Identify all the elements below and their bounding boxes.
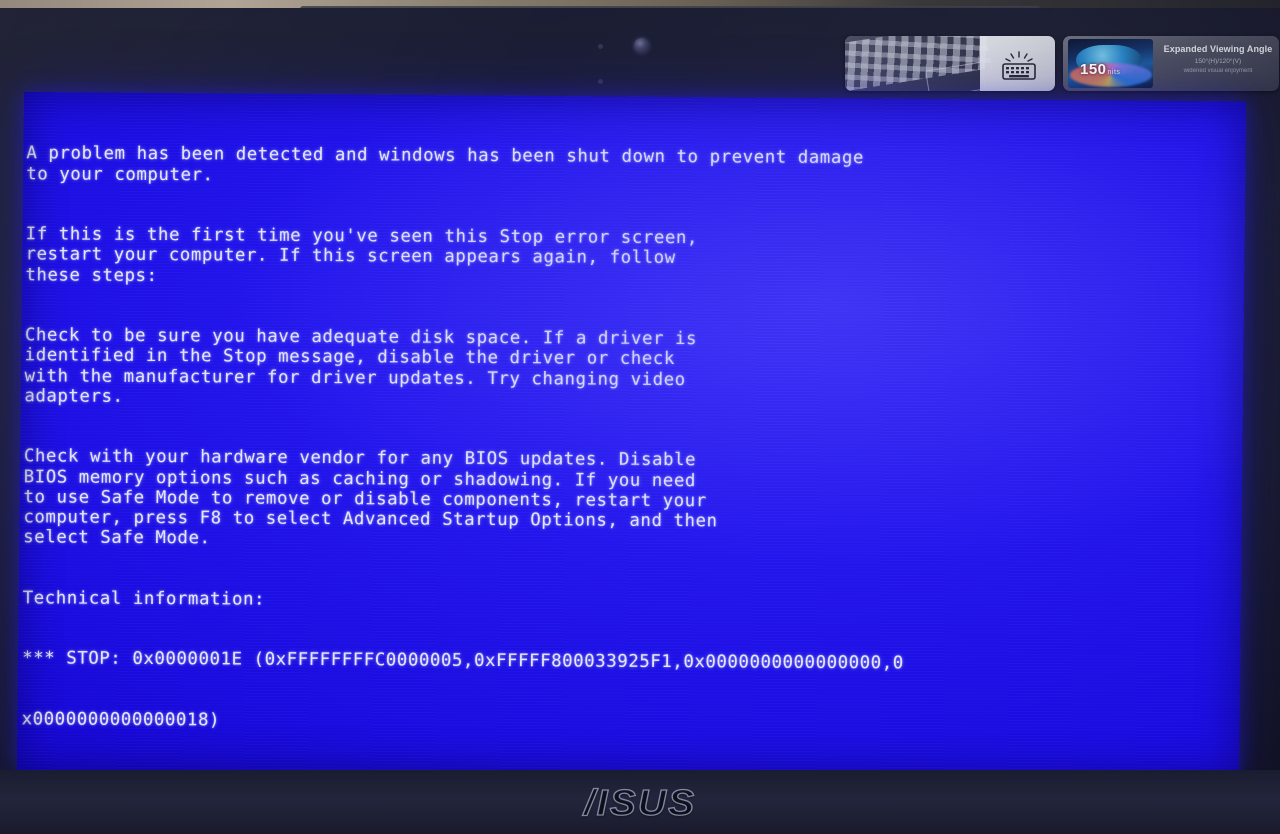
bsod-stop-line-2: x0000000000000018) — [21, 709, 221, 731]
bsod-text-block: A problem has been detected and windows … — [18, 103, 1244, 779]
blue-screen-of-death: A problem has been detected and windows … — [16, 92, 1246, 780]
bsod-paragraph-bios: Check with your hardware vendor for any … — [23, 446, 718, 549]
bsod-stop-line-1: *** STOP: 0x0000001E (0xFFFFFFFFC0000005… — [22, 648, 904, 674]
bsod-paragraph-restart: If this is the first time you've seen th… — [25, 224, 699, 286]
laptop-photo: 150nits Expanded Viewing Angle 150°(H)/1… — [0, 0, 1280, 834]
screen-area: A problem has been detected and windows … — [0, 0, 1280, 834]
bsod-technical-info-heading: Technical information: — [22, 588, 266, 610]
asus-brand-logo: /ISUS — [583, 781, 697, 823]
bsod-paragraph-intro: A problem has been detected and windows … — [26, 143, 865, 185]
bsod-paragraph-diskspace: Check to be sure you have adequate disk … — [24, 325, 698, 407]
